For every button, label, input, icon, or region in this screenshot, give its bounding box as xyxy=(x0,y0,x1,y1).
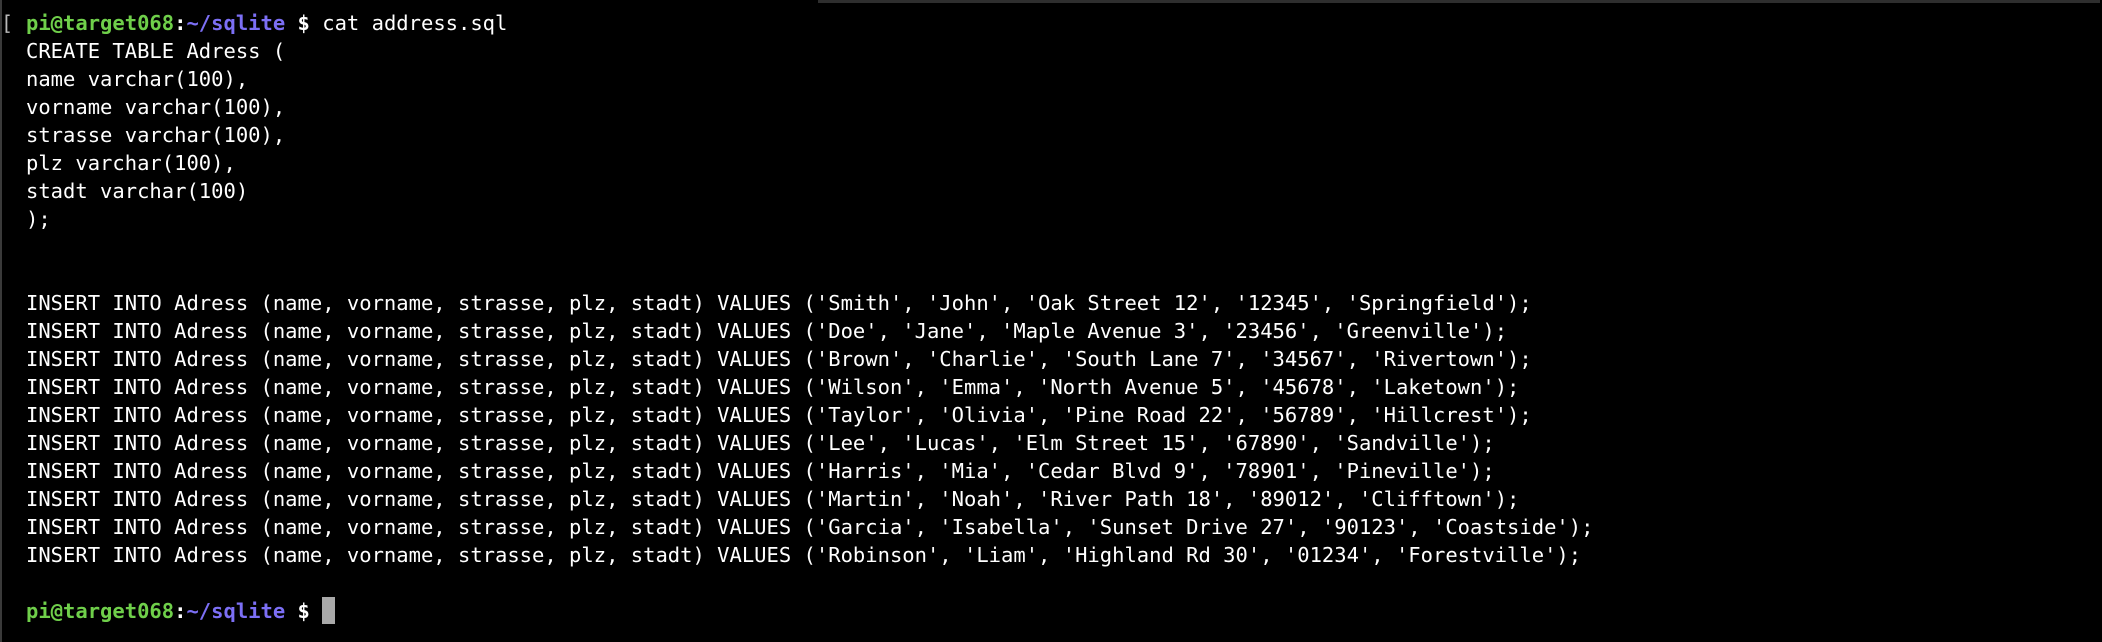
output-line: INSERT INTO Adress (name, vorname, stras… xyxy=(26,487,1520,511)
prompt-path: ~/sqlite xyxy=(186,599,286,623)
prompt-path: ~/sqlite xyxy=(186,11,286,35)
text-cursor[interactable] xyxy=(322,597,336,624)
output-line: INSERT INTO Adress (name, vorname, stras… xyxy=(26,319,1508,343)
output-line: INSERT INTO Adress (name, vorname, stras… xyxy=(26,347,1532,371)
command-line-1: [ pi@target068:~/sqlite $ cat address.sql xyxy=(1,9,2102,37)
window-edge xyxy=(0,0,2,642)
prompt-colon: : xyxy=(174,599,187,623)
output-line: strasse varchar(100), xyxy=(26,123,286,147)
output-line: INSERT INTO Adress (name, vorname, stras… xyxy=(26,403,1532,427)
prompt-user-host: pi@target068 xyxy=(26,599,175,623)
command-line-2[interactable]: pi@target068:~/sqlite $ xyxy=(26,597,2102,625)
command-output: CREATE TABLE Adress ( name varchar(100), v… xyxy=(26,37,2102,597)
prompt-symbol: $ xyxy=(297,11,310,35)
output-line: INSERT INTO Adress (name, vorname, stras… xyxy=(26,459,1495,483)
output-line: INSERT INTO Adress (name, vorname, stras… xyxy=(26,515,1594,539)
command-text: cat address.sql xyxy=(322,11,508,35)
output-line: vorname varchar(100), xyxy=(26,95,286,119)
output-line: name varchar(100), xyxy=(26,67,249,91)
terminal-output[interactable]: [pi@target068:~/sqlite $ cat address.sql… xyxy=(1,9,2102,625)
prompt-colon: : xyxy=(174,11,187,35)
terminal-window[interactable]: [pi@target068:~/sqlite $ cat address.sql… xyxy=(0,0,2102,642)
output-line: INSERT INTO Adress (name, vorname, stras… xyxy=(26,543,1582,567)
output-line: stadt varchar(100) xyxy=(26,179,249,203)
prompt-symbol: $ xyxy=(297,599,310,623)
scroll-indicator[interactable] xyxy=(818,0,2100,3)
prompt-user-host: pi@target068 xyxy=(26,11,175,35)
mark-bracket: [ xyxy=(1,11,14,35)
output-line: INSERT INTO Adress (name, vorname, stras… xyxy=(26,375,1520,399)
output-line: CREATE TABLE Adress ( xyxy=(26,39,286,63)
output-line: plz varchar(100), xyxy=(26,151,236,175)
output-line: ); xyxy=(26,207,51,231)
output-line: INSERT INTO Adress (name, vorname, stras… xyxy=(26,291,1532,315)
output-line: INSERT INTO Adress (name, vorname, stras… xyxy=(26,431,1495,455)
